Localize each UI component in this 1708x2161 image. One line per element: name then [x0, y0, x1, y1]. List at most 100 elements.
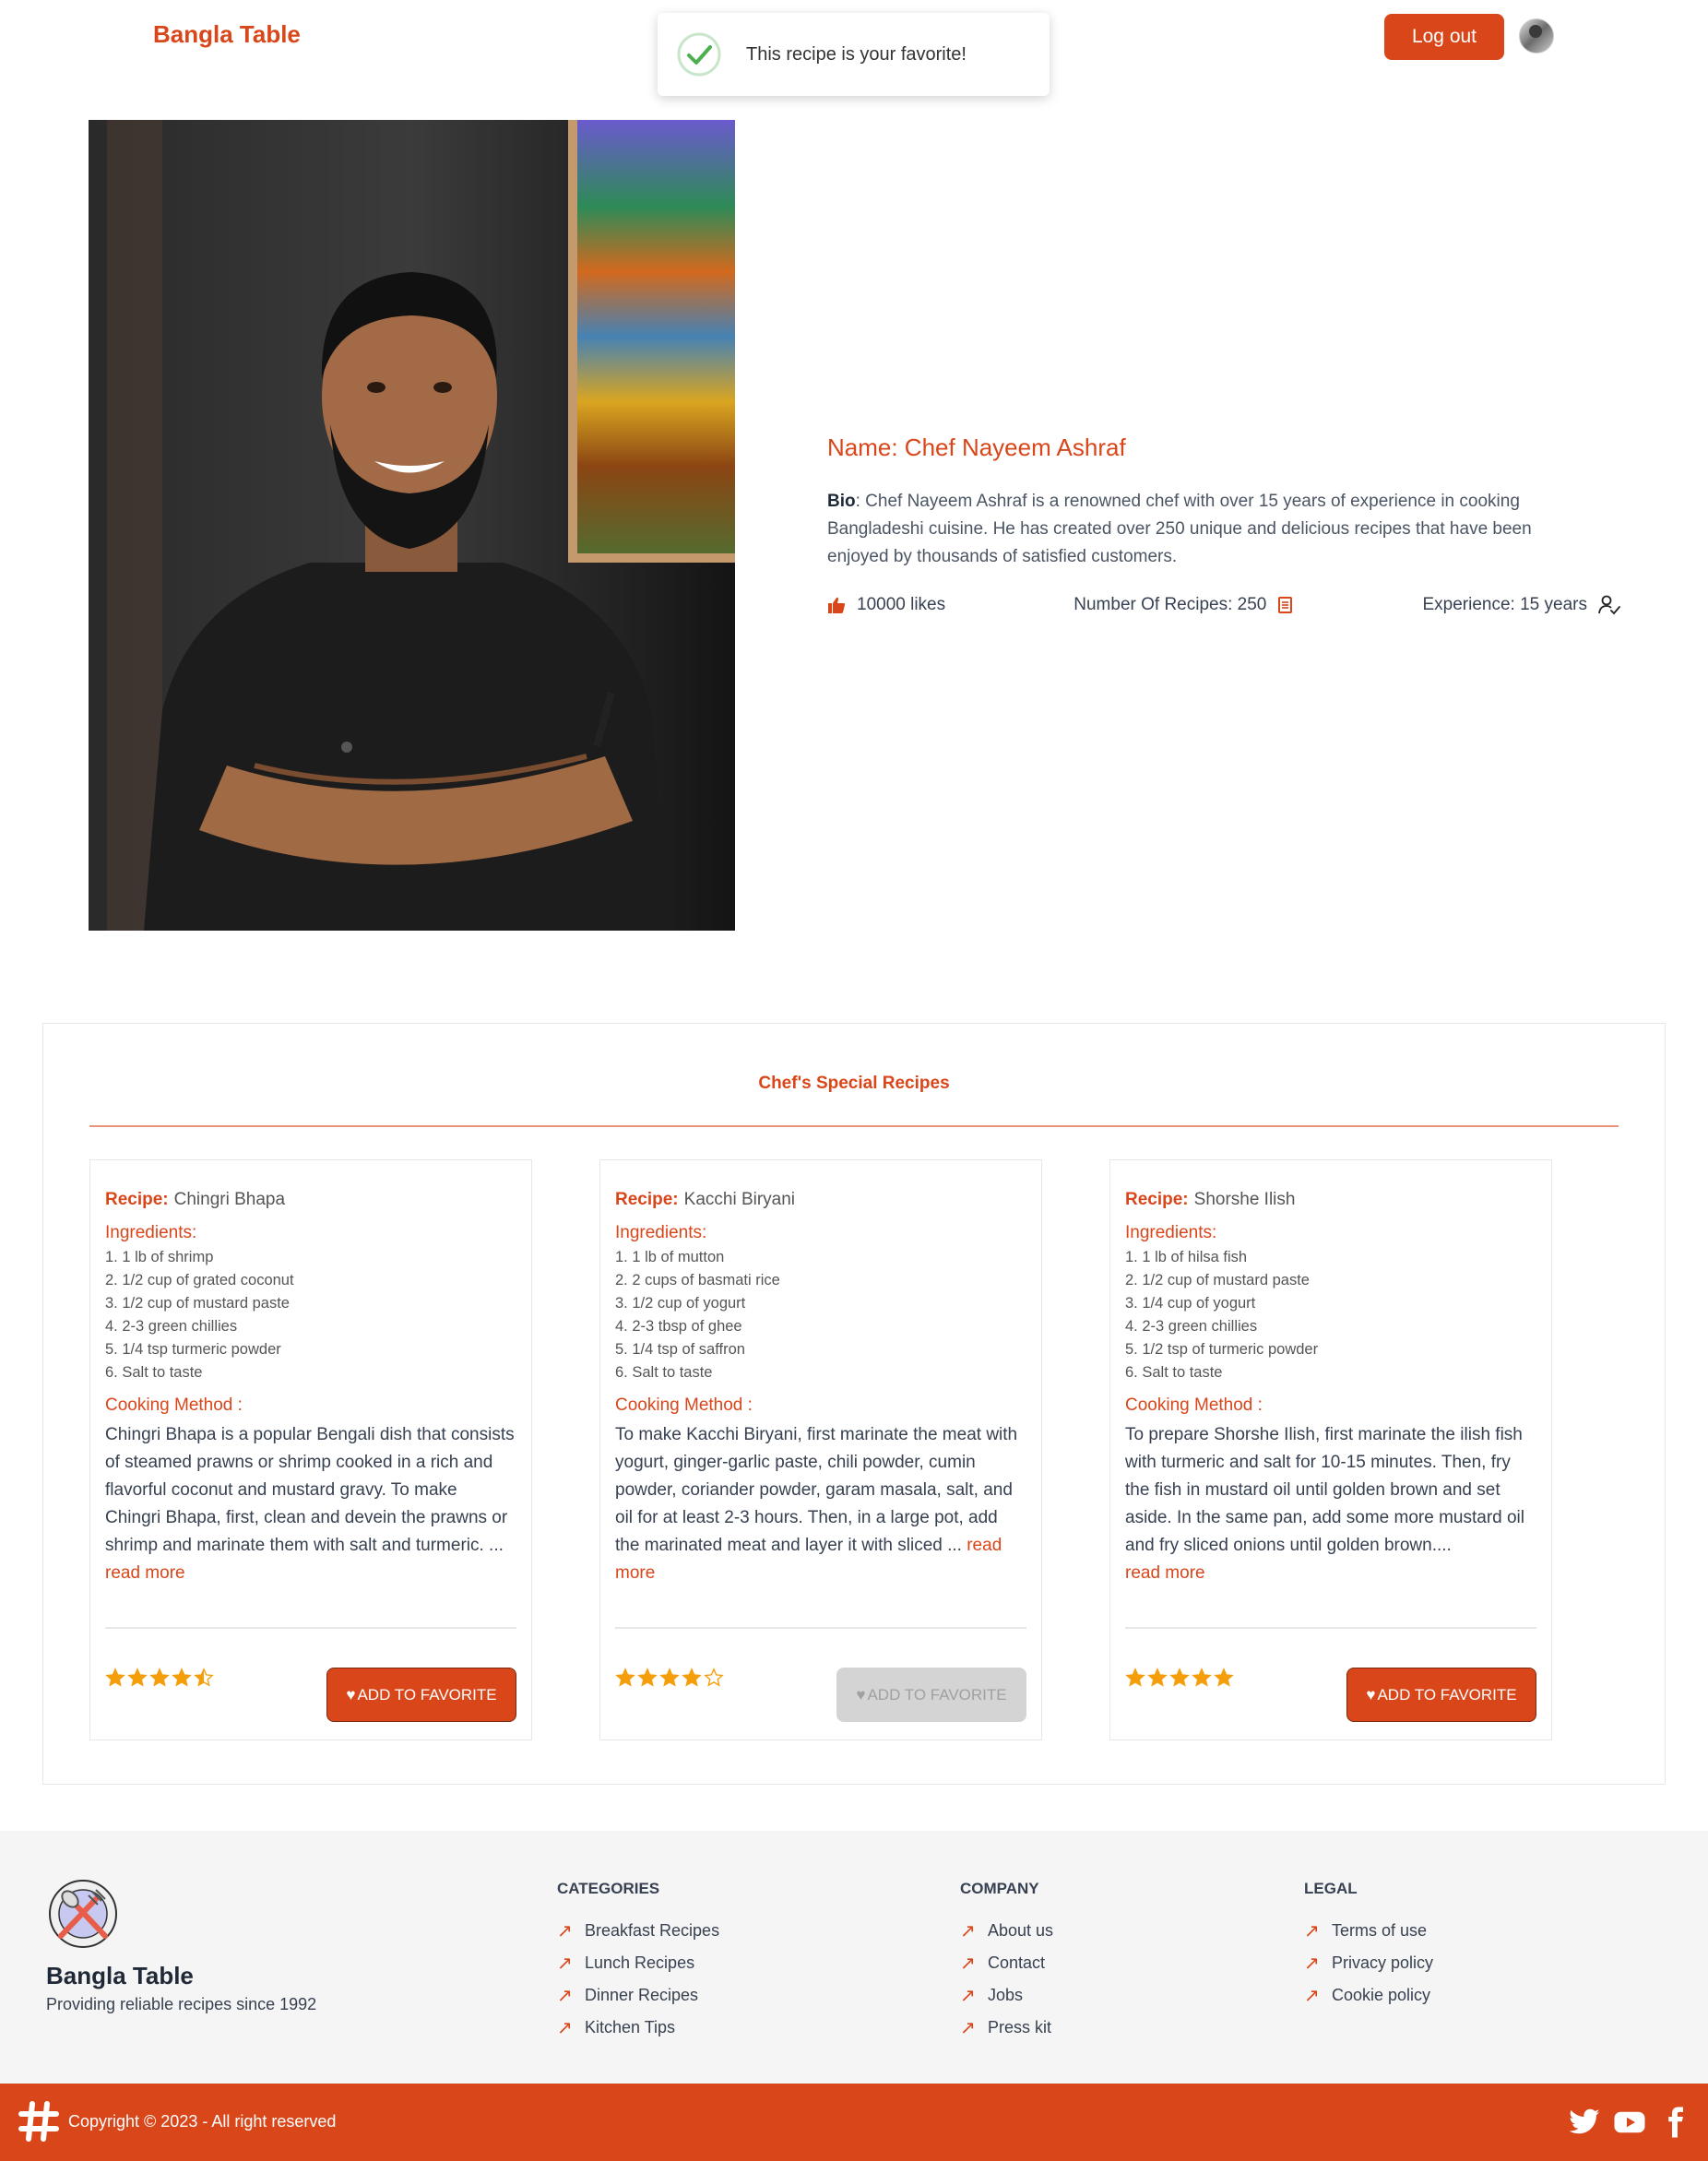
recipe-name: Shorshe Ilish	[1193, 1190, 1296, 1209]
ingredients-title: Ingredients:	[1125, 1223, 1217, 1242]
arrow-up-right-icon: ↗	[1304, 1986, 1320, 2006]
star-full-icon	[1169, 1668, 1190, 1687]
heart-icon: ♥	[1366, 1685, 1376, 1704]
add-to-favorite-button[interactable]: ♥ ADD TO FAVORITE	[836, 1668, 1026, 1722]
footer-column-title: COMPANY	[960, 1880, 1039, 1897]
method-body: Chingri Bhapa is a popular Bengali dish …	[105, 1425, 515, 1555]
ingredient-item: 6. Salt to taste	[105, 1364, 203, 1381]
recipe-title-row: Recipe: Kacchi Biryani	[615, 1190, 1026, 1210]
star-full-icon	[682, 1668, 702, 1687]
recipe-card: Recipe: Shorshe Ilish Ingredients: 1. 1 l…	[1109, 1159, 1552, 1740]
star-empty-icon	[704, 1668, 724, 1687]
card-divider	[615, 1627, 1026, 1629]
arrow-up-right-icon: ↗	[1304, 1921, 1320, 1941]
ingredient-item: 5. 1/2 tsp of turmeric powder	[1125, 1341, 1319, 1358]
youtube-icon[interactable]	[1613, 2106, 1646, 2139]
logout-button[interactable]: Log out	[1384, 14, 1504, 60]
check-circle-icon	[677, 32, 721, 77]
heart-icon: ♥	[856, 1685, 866, 1704]
hashtag-logo-icon	[18, 2101, 59, 2142]
footer-column-title: CATEGORIES	[557, 1880, 660, 1897]
footer-tagline: Providing reliable recipes since 1992	[46, 1995, 317, 2013]
section-title: Chef's Special Recipes	[758, 1074, 950, 1093]
recipes-stat: Number Of Recipes: 250	[1073, 595, 1294, 615]
ingredients-title: Ingredients:	[615, 1223, 707, 1242]
chef-stats: 10000 likes Number Of Recipes: 250 Exper…	[827, 595, 1620, 615]
brand-logo-text[interactable]: Bangla Table	[153, 20, 301, 49]
footer-link-label: Contact	[988, 1953, 1046, 1972]
footer-link-label: Lunch Recipes	[585, 1953, 695, 1972]
footer-link[interactable]: ↗ Kitchen Tips	[557, 2012, 719, 2044]
add-to-favorite-button[interactable]: ♥ ADD TO FAVORITE	[326, 1668, 516, 1722]
star-half-icon	[194, 1668, 214, 1687]
add-to-favorite-button[interactable]: ♥ ADD TO FAVORITE	[1346, 1668, 1536, 1722]
bio-text: : Chef Nayeem Ashraf is a renowned chef …	[827, 492, 1532, 566]
arrow-up-right-icon: ↗	[960, 1986, 976, 2006]
footer-link-label: Breakfast Recipes	[585, 1921, 720, 1940]
rating-stars	[1125, 1668, 1234, 1688]
read-more-link[interactable]: read more	[105, 1563, 185, 1583]
likes-stat: 10000 likes	[827, 595, 945, 615]
recipe-name: Kacchi Biryani	[683, 1190, 796, 1209]
footer-link[interactable]: ↗ Lunch Recipes	[557, 1947, 719, 1979]
star-full-icon	[637, 1668, 658, 1687]
arrow-up-right-icon: ↗	[960, 1921, 976, 1941]
experience-stat: Experience: 15 years	[1423, 595, 1621, 615]
twitter-icon[interactable]	[1568, 2106, 1601, 2139]
footer-link[interactable]: ↗ Contact	[960, 1947, 1053, 1979]
recipe-name: Chingri Bhapa	[173, 1190, 286, 1209]
plate-fork-spoon-logo-icon	[49, 1880, 117, 1948]
ingredients-list: 1. 1 lb of mutton 2. 2 cups of basmati r…	[615, 1246, 1026, 1384]
footer-link[interactable]: ↗ Breakfast Recipes	[557, 1915, 719, 1947]
ingredient-item: 3. 1/2 cup of mustard paste	[105, 1295, 290, 1312]
ingredient-item: 2. 1/2 cup of grated coconut	[105, 1272, 294, 1288]
recipe-label: Recipe:	[105, 1190, 169, 1209]
star-full-icon	[1192, 1668, 1212, 1687]
chef-bio: Bio: Chef Nayeem Ashraf is a renowned ch…	[827, 488, 1583, 571]
footer-link-label: Dinner Recipes	[585, 1986, 699, 2004]
recipe-title-row: Recipe: Shorshe Ilish	[1125, 1190, 1536, 1210]
footer-link-label: Privacy policy	[1332, 1953, 1434, 1972]
favorite-label: ADD TO FAVORITE	[1377, 1685, 1517, 1704]
arrow-up-right-icon: ↗	[557, 1953, 573, 1974]
footer-link-label: Press kit	[988, 2018, 1052, 2036]
footer-link-label: Cookie policy	[1332, 1986, 1431, 2004]
user-check-icon	[1598, 595, 1620, 615]
footer-link[interactable]: ↗ Cookie policy	[1304, 1979, 1433, 2012]
star-full-icon	[105, 1668, 125, 1687]
method-body: To prepare Shorshe Ilish, first marinate…	[1125, 1425, 1525, 1555]
arrow-up-right-icon: ↗	[557, 1986, 573, 2006]
star-full-icon	[1214, 1668, 1234, 1687]
card-divider	[105, 1627, 516, 1629]
ingredient-item: 3. 1/2 cup of yogurt	[615, 1295, 746, 1312]
ingredient-item: 1. 1 lb of shrimp	[105, 1249, 214, 1265]
footer-link[interactable]: ↗ Privacy policy	[1304, 1947, 1433, 1979]
footer-link-label: About us	[988, 1921, 1054, 1940]
toast-message: This recipe is your favorite!	[746, 43, 967, 65]
facebook-icon[interactable]	[1658, 2106, 1691, 2139]
recipe-card: Recipe: Chingri Bhapa Ingredients: 1. 1 l…	[89, 1159, 532, 1740]
footer: Bangla Table Providing reliable recipes …	[0, 1831, 1708, 2084]
rating-stars	[105, 1668, 214, 1688]
footer-link[interactable]: ↗ Terms of use	[1304, 1915, 1433, 1947]
user-avatar[interactable]	[1519, 18, 1554, 53]
footer-link[interactable]: ↗ Jobs	[960, 1979, 1053, 2012]
footer-link-label: Jobs	[988, 1986, 1024, 2004]
footer-link[interactable]: ↗ About us	[960, 1915, 1053, 1947]
footer-brand: Bangla Table	[46, 1962, 194, 1989]
ingredient-item: 4. 2-3 green chillies	[1125, 1318, 1258, 1335]
cooking-method-title: Cooking Method :	[1125, 1395, 1263, 1415]
footer-link[interactable]: ↗ Press kit	[960, 2012, 1053, 2044]
read-more-link[interactable]: read more	[1125, 1563, 1205, 1583]
ingredient-item: 3. 1/4 cup of yogurt	[1125, 1295, 1256, 1312]
favorite-label: ADD TO FAVORITE	[357, 1685, 497, 1704]
footer-link[interactable]: ↗ Dinner Recipes	[557, 1979, 719, 2012]
ingredient-item: 1. 1 lb of mutton	[615, 1249, 725, 1265]
recipe-card: Recipe: Kacchi Biryani Ingredients: 1. 1 …	[599, 1159, 1042, 1740]
ingredient-item: 2. 2 cups of basmati rice	[615, 1272, 780, 1288]
star-full-icon	[615, 1668, 635, 1687]
ingredients-title: Ingredients:	[105, 1223, 197, 1242]
likes-count: 10000 likes	[857, 595, 946, 614]
footer-column-legal: LEGAL ↗ Terms of use ↗ Privacy policy ↗ Coo…	[1304, 1880, 1433, 2012]
ingredient-item: 4. 2-3 green chillies	[105, 1318, 238, 1335]
